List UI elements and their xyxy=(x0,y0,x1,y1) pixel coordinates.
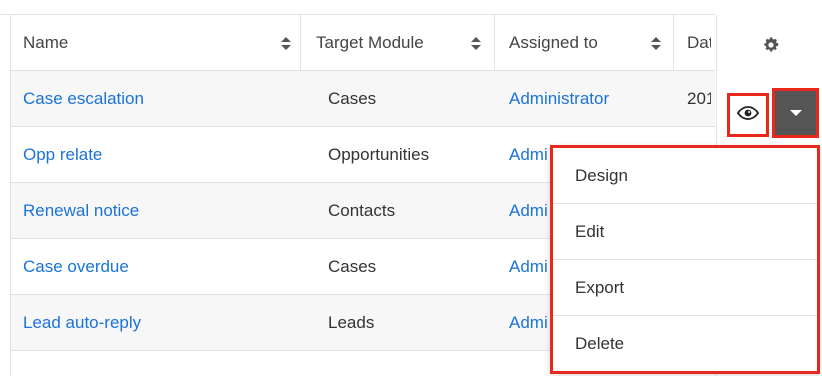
sort-icon[interactable] xyxy=(651,37,661,51)
header-target-module[interactable]: Target Module xyxy=(316,15,471,70)
left-edge xyxy=(0,15,11,376)
sort-icon[interactable] xyxy=(281,37,291,51)
caret-down-icon xyxy=(789,110,802,116)
target-module-cell: Cases xyxy=(328,88,377,108)
column-divider xyxy=(300,15,301,70)
table-header-row: Name Target Module Assigned to Dat xyxy=(0,15,715,71)
record-name-link[interactable]: Renewal notice xyxy=(23,183,293,238)
row-actions-menu-button[interactable] xyxy=(772,88,819,138)
column-divider xyxy=(673,15,674,70)
target-module-cell: Leads xyxy=(328,312,375,332)
record-name-link[interactable]: Lead auto-reply xyxy=(23,295,293,350)
sort-icon[interactable] xyxy=(471,37,481,51)
record-name-link[interactable]: Opp relate xyxy=(23,127,293,182)
preview-button[interactable] xyxy=(727,93,769,137)
menu-item-export[interactable]: Export xyxy=(553,260,817,316)
record-name-link[interactable]: Case escalation xyxy=(23,71,293,126)
header-date[interactable]: Dat xyxy=(687,15,711,70)
target-module-cell: Contacts xyxy=(328,200,396,220)
target-module-cell: Opportunities xyxy=(328,144,430,164)
column-divider xyxy=(494,15,495,70)
target-module-cell: Cases xyxy=(328,256,377,276)
date-cell: 201 xyxy=(687,88,711,108)
record-name-link[interactable]: Case overdue xyxy=(23,239,293,294)
menu-item-delete[interactable]: Delete xyxy=(553,316,817,372)
assigned-user-link[interactable]: Administrator xyxy=(509,71,684,126)
eye-icon xyxy=(736,105,760,125)
menu-item-design[interactable]: Design xyxy=(553,148,817,204)
menu-item-edit[interactable]: Edit xyxy=(553,204,817,260)
top-gap xyxy=(0,0,822,15)
header-name[interactable]: Name xyxy=(23,15,293,70)
row-actions-dropdown: Design Edit Export Delete xyxy=(550,145,820,374)
table-row: Case escalation Cases Administrator 201 xyxy=(0,71,715,127)
gear-icon[interactable] xyxy=(762,36,780,54)
